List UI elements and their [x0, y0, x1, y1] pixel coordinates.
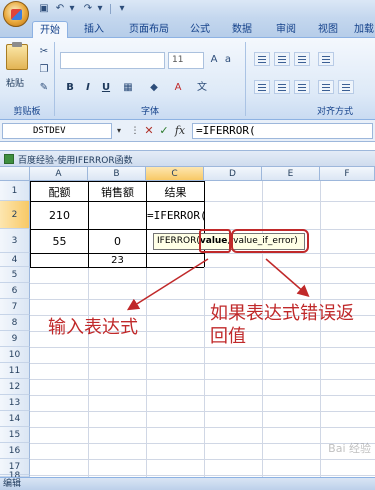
shrink-font-icon[interactable]: a [222, 54, 234, 66]
paste-button-label[interactable]: 粘贴 [6, 76, 24, 89]
undo-icon[interactable]: ↶ [54, 3, 66, 15]
group-label-font: 字体 [140, 107, 159, 117]
arrow-to-error-value [265, 258, 310, 297]
annotation-error-value-line2: 回值 [210, 326, 246, 347]
workbook-titlebar: 百度经验-使用IFERROR函数 [0, 150, 375, 167]
ribbon-home: 粘贴 ✂ ❐ ✎ 剪贴板 11 A a B I U ▦ ◆ A 文 字体 对齐方… [0, 38, 375, 120]
group-label-alignment: 对齐方式 [316, 107, 353, 117]
tab-page-layout[interactable]: 页面布局 [122, 21, 176, 38]
align-right-icon[interactable] [294, 80, 310, 94]
format-painter-icon[interactable]: ✎ [38, 82, 50, 94]
italic-button[interactable]: I [82, 80, 94, 95]
office-logo-icon [11, 9, 22, 20]
redo-icon[interactable]: ↷ [82, 3, 94, 15]
customize-toolbar-icon[interactable]: ▾ [116, 3, 128, 15]
orientation-icon[interactable] [318, 52, 334, 66]
enter-button[interactable]: ✓ [157, 124, 171, 138]
font-name-input[interactable] [60, 52, 165, 69]
workbook-title: 百度经验-使用IFERROR函数 [18, 156, 133, 166]
toolbar-separator [110, 4, 111, 14]
save-icon[interactable]: ▣ [38, 3, 50, 15]
paste-icon[interactable] [6, 42, 28, 70]
grow-font-icon[interactable]: A [208, 54, 220, 66]
quick-access-toolbar: ▣ ↶ ▾ ↷ ▾ ▾ [0, 0, 375, 18]
ribbon-tabs: 开始 插入 页面布局 公式 数据 审阅 视图 加载 [0, 18, 375, 38]
tab-view[interactable]: 视图 [312, 21, 344, 38]
group-separator [245, 42, 246, 116]
decrease-indent-icon[interactable] [318, 80, 334, 94]
copy-icon[interactable]: ❐ [38, 64, 50, 76]
increase-indent-icon[interactable] [338, 80, 354, 94]
align-bottom-icon[interactable] [294, 52, 310, 66]
align-middle-icon[interactable] [274, 52, 290, 66]
annotation-input-expression: 输入表达式 [48, 317, 138, 338]
group-label-clipboard: 剪贴板 [13, 107, 41, 117]
name-box-dropdown-icon[interactable]: ▾ [114, 124, 124, 138]
annotation-error-value-line1: 如果表达式错误返 [210, 303, 354, 324]
bold-button[interactable]: B [64, 80, 76, 95]
fill-color-icon[interactable]: ◆ [148, 82, 160, 94]
watermark-logo: Bai 经验 [328, 442, 371, 455]
name-box[interactable]: DSTDEV [2, 123, 112, 139]
underline-button[interactable]: U [100, 80, 112, 95]
dropdown-arrow-icon[interactable]: ▾ [94, 3, 106, 15]
cancel-button[interactable]: ✕ [142, 124, 156, 138]
excel-document-icon [4, 154, 14, 164]
phonetic-icon[interactable]: 文 [196, 82, 208, 94]
tab-data[interactable]: 数据 [226, 21, 258, 38]
formula-dots-icon: ⋮ [130, 126, 140, 136]
tab-home[interactable]: 开始 [32, 21, 68, 38]
dropdown-arrow-icon[interactable]: ▾ [66, 3, 78, 15]
arrow-to-input-expression [126, 258, 209, 311]
cut-icon[interactable]: ✂ [38, 46, 50, 58]
borders-icon[interactable]: ▦ [122, 82, 134, 94]
tab-review[interactable]: 审阅 [270, 21, 302, 38]
tab-insert[interactable]: 插入 [78, 21, 110, 38]
status-mode: 编辑 [3, 479, 22, 489]
insert-function-button[interactable]: fx [172, 124, 188, 138]
align-top-icon[interactable] [254, 52, 270, 66]
status-bar: 编辑 [0, 477, 375, 490]
align-center-icon[interactable] [274, 80, 290, 94]
font-color-icon[interactable]: A [172, 82, 184, 94]
tab-addins[interactable]: 加载 [350, 21, 375, 38]
worksheet-grid[interactable]: A B C D E F 1 2 3 4 5 6 7 8 9 10 11 12 13 14 15 16 17 18 … [0, 167, 375, 481]
align-left-icon[interactable] [254, 80, 270, 94]
formula-input[interactable]: =IFERROR( [192, 123, 373, 139]
formula-bar: DSTDEV ▾ ⋮ ✕ ✓ fx =IFERROR( [0, 120, 375, 142]
office-button[interactable] [3, 1, 29, 27]
group-separator [54, 42, 55, 116]
font-size-input[interactable]: 11 [168, 52, 204, 69]
tab-formulas[interactable]: 公式 [184, 21, 216, 38]
